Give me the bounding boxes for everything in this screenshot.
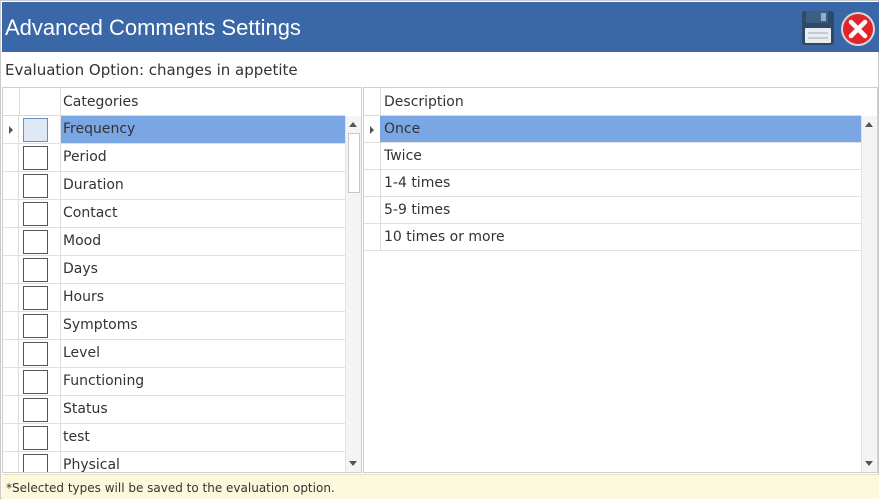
category-checkbox[interactable] [23,230,48,254]
category-label: Duration [63,177,124,193]
category-label: Symptoms [63,317,138,333]
row-indicator[interactable] [3,368,19,396]
row-indicator[interactable] [3,284,19,312]
row-indicator[interactable] [3,228,19,256]
category-checkbox[interactable] [23,202,48,226]
category-label: test [63,429,90,445]
category-row[interactable]: Symptoms [3,312,345,340]
description-row[interactable]: Once [364,116,861,143]
description-column-header: Description [384,94,464,110]
description-header[interactable]: Description [364,88,861,116]
category-checkbox[interactable] [23,426,48,450]
category-row[interactable]: Contact [3,200,345,228]
category-label: Level [63,345,100,361]
category-checkbox[interactable] [23,258,48,282]
category-checkbox[interactable] [23,398,48,422]
description-row[interactable]: Twice [364,143,861,170]
window-title: Advanced Comments Settings [5,15,301,40]
description-label: Twice [384,148,422,164]
footer-note: *Selected types will be saved to the eva… [6,481,335,495]
category-checkbox[interactable] [23,454,48,472]
category-label: Hours [63,289,105,305]
description-label: 10 times or more [384,229,505,245]
save-button[interactable] [801,10,835,46]
category-label: Status [63,401,108,417]
category-checkbox[interactable] [23,286,48,310]
row-indicator[interactable] [3,312,19,340]
current-row-arrow-icon [9,126,13,134]
categories-header[interactable]: Categories [3,88,345,116]
current-row-arrow-icon [370,126,374,134]
category-label: Days [63,261,98,277]
category-row[interactable]: Level [3,340,345,368]
row-indicator[interactable] [3,452,19,472]
description-label: Once [384,121,421,137]
category-checkbox[interactable] [23,314,48,338]
title-bar: Advanced Comments Settings [2,2,879,52]
row-indicator[interactable] [3,200,19,228]
scroll-up-icon[interactable] [349,122,357,127]
scroll-up-icon[interactable] [865,122,873,127]
row-indicator[interactable] [3,256,19,284]
category-row[interactable]: Physical [3,452,345,473]
row-indicator[interactable] [3,424,19,452]
category-checkbox[interactable] [23,342,48,366]
evaluation-option-label: Evaluation Option: changes in appetite [5,61,298,79]
row-indicator[interactable] [364,170,380,197]
category-label: Period [63,149,107,165]
row-indicator[interactable] [364,143,380,170]
description-row[interactable]: 1-4 times [364,170,861,197]
category-row[interactable]: Duration [3,172,345,200]
close-circle-icon [841,12,875,46]
scroll-down-icon[interactable] [349,461,357,466]
description-scrollbar[interactable] [861,116,877,472]
row-indicator[interactable] [364,116,380,143]
category-label: Contact [63,205,118,221]
category-row[interactable]: Mood [3,228,345,256]
advanced-comments-settings-window: Advanced Comments Settings Evaluation Op… [0,0,879,499]
category-row[interactable]: Hours [3,284,345,312]
row-indicator[interactable] [3,116,19,144]
footer-note-bar: *Selected types will be saved to the eva… [2,474,879,499]
category-checkbox[interactable] [23,146,48,170]
description-row[interactable]: 5-9 times [364,197,861,224]
description-grid[interactable]: Description Once Twice 1-4 times 5-9 times 1… [363,87,878,473]
category-checkbox[interactable] [23,370,48,394]
scrollbar-thumb[interactable] [348,133,360,193]
category-row[interactable]: Days [3,256,345,284]
category-row[interactable]: Period [3,144,345,172]
row-indicator[interactable] [3,172,19,200]
category-row[interactable]: test [3,424,345,452]
row-indicator[interactable] [3,396,19,424]
categories-scrollbar[interactable] [345,116,361,472]
category-label: Functioning [63,373,145,389]
category-row[interactable]: Frequency [3,116,345,144]
row-indicator[interactable] [3,144,19,172]
categories-column-header: Categories [63,94,139,110]
scroll-down-icon[interactable] [865,461,873,466]
category-label: Mood [63,233,102,249]
description-label: 1-4 times [384,175,451,191]
description-label: 5-9 times [384,202,451,218]
close-button[interactable] [840,11,876,47]
row-indicator[interactable] [364,224,380,251]
description-row[interactable]: 10 times or more [364,224,861,251]
category-row[interactable]: Status [3,396,345,424]
category-checkbox[interactable] [23,174,48,198]
selection-highlight [380,116,861,142]
category-checkbox[interactable] [23,118,48,142]
category-row[interactable]: Functioning [3,368,345,396]
category-label: Frequency [63,121,136,137]
floppy-disk-icon [802,11,834,45]
row-indicator[interactable] [3,340,19,368]
categories-grid[interactable]: Categories Frequency Period Duration Contac… [2,87,362,473]
category-label: Physical [63,457,120,473]
row-indicator[interactable] [364,197,380,224]
